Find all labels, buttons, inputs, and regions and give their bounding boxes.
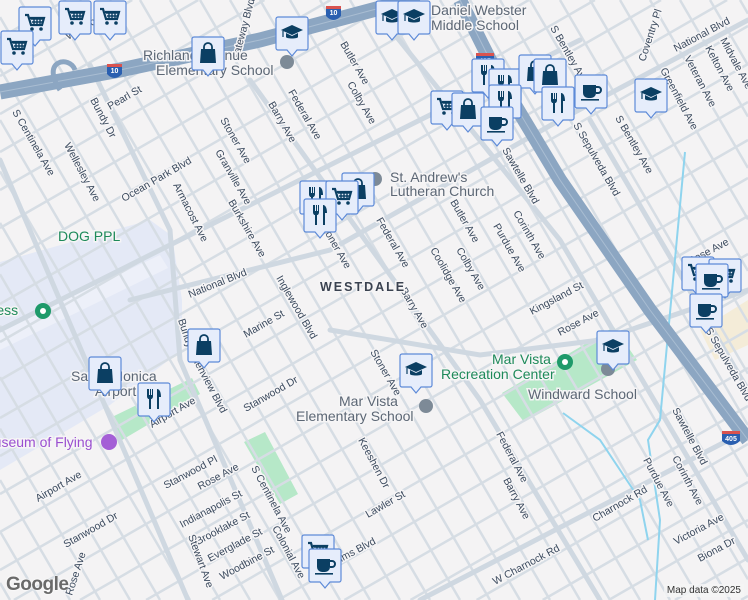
webster-school-label[interactable]: Daniel Webster: [430, 1, 529, 20]
church-label[interactable]: Lutheran Church: [389, 182, 496, 201]
neighborhood-label: WESTDALE: [320, 280, 406, 294]
school-icon: [397, 0, 431, 41]
street: [542, 480, 748, 600]
cart-icon: [58, 0, 92, 41]
school-icon: [399, 353, 433, 394]
fitness-label[interactable]: Fitness: [0, 301, 20, 320]
coffee-icon: [574, 74, 608, 115]
windward-school-label[interactable]: Windward School: [527, 385, 639, 404]
rec-center-label[interactable]: Recreation Center: [440, 365, 557, 384]
coffee-icon: [689, 293, 723, 334]
interstate-shield: 10: [326, 6, 341, 20]
restaurant-marker[interactable]: [137, 382, 171, 424]
museum-pin-icon[interactable]: [101, 434, 117, 450]
mar-vista-elem-label[interactable]: Mar Vista: [338, 392, 400, 411]
pin-dot: [562, 359, 568, 365]
pin-dot: [40, 308, 46, 314]
cart-icon: [93, 0, 127, 41]
school-icon: [275, 16, 309, 57]
school-marker[interactable]: [397, 0, 431, 42]
shopping-bag-marker[interactable]: [88, 356, 122, 398]
school-pin-icon[interactable]: [419, 399, 433, 413]
school-marker[interactable]: [634, 78, 668, 120]
rec-center-label[interactable]: Mar Vista: [491, 350, 553, 369]
shopping-cart-marker[interactable]: [0, 30, 34, 72]
museum-label[interactable]: Museum of Flying: [0, 433, 94, 452]
google-logo[interactable]: Google: [6, 574, 69, 596]
food-icon: [137, 382, 171, 423]
coffee-marker[interactable]: [689, 293, 723, 335]
street-label[interactable]: Lawler St: [362, 487, 409, 522]
school-marker[interactable]: [596, 330, 630, 372]
i405-label: 405: [725, 436, 737, 443]
food-icon: [303, 198, 337, 239]
shopping-bag-marker[interactable]: [191, 36, 225, 78]
school-marker[interactable]: [399, 353, 433, 395]
dog-ppl-label[interactable]: DOG PPL: [57, 227, 122, 246]
bag-icon: [187, 328, 221, 369]
map-attribution[interactable]: Map data ©2025: [663, 584, 744, 597]
bag-icon: [88, 356, 122, 397]
bag-icon: [191, 36, 225, 77]
mar-vista-elem-label[interactable]: Elementary School: [295, 407, 416, 426]
coffee-marker[interactable]: [308, 548, 342, 590]
shopping-cart-marker[interactable]: [58, 0, 92, 42]
street: [738, 0, 748, 15]
shopping-cart-marker[interactable]: [93, 0, 127, 42]
coffee-marker[interactable]: [480, 106, 514, 148]
interstate-shield: 10: [107, 64, 122, 78]
street-label[interactable]: Inglewood Blvd: [272, 272, 321, 343]
webster-school-label[interactable]: Middle School: [430, 16, 521, 35]
restaurant-marker[interactable]: [541, 86, 575, 128]
restaurant-marker[interactable]: [303, 198, 337, 240]
school-marker[interactable]: [275, 16, 309, 58]
coffee-icon: [480, 106, 514, 147]
coffee-marker[interactable]: [574, 74, 608, 116]
school-icon: [634, 78, 668, 119]
i10-label: 10: [111, 68, 119, 75]
shopping-bag-marker[interactable]: [187, 328, 221, 370]
food-icon: [541, 86, 575, 127]
cart-icon: [0, 30, 34, 71]
interstate-shield: 405: [722, 431, 740, 445]
coffee-icon: [308, 548, 342, 589]
school-icon: [596, 330, 630, 371]
i10-label: 10: [330, 10, 338, 17]
